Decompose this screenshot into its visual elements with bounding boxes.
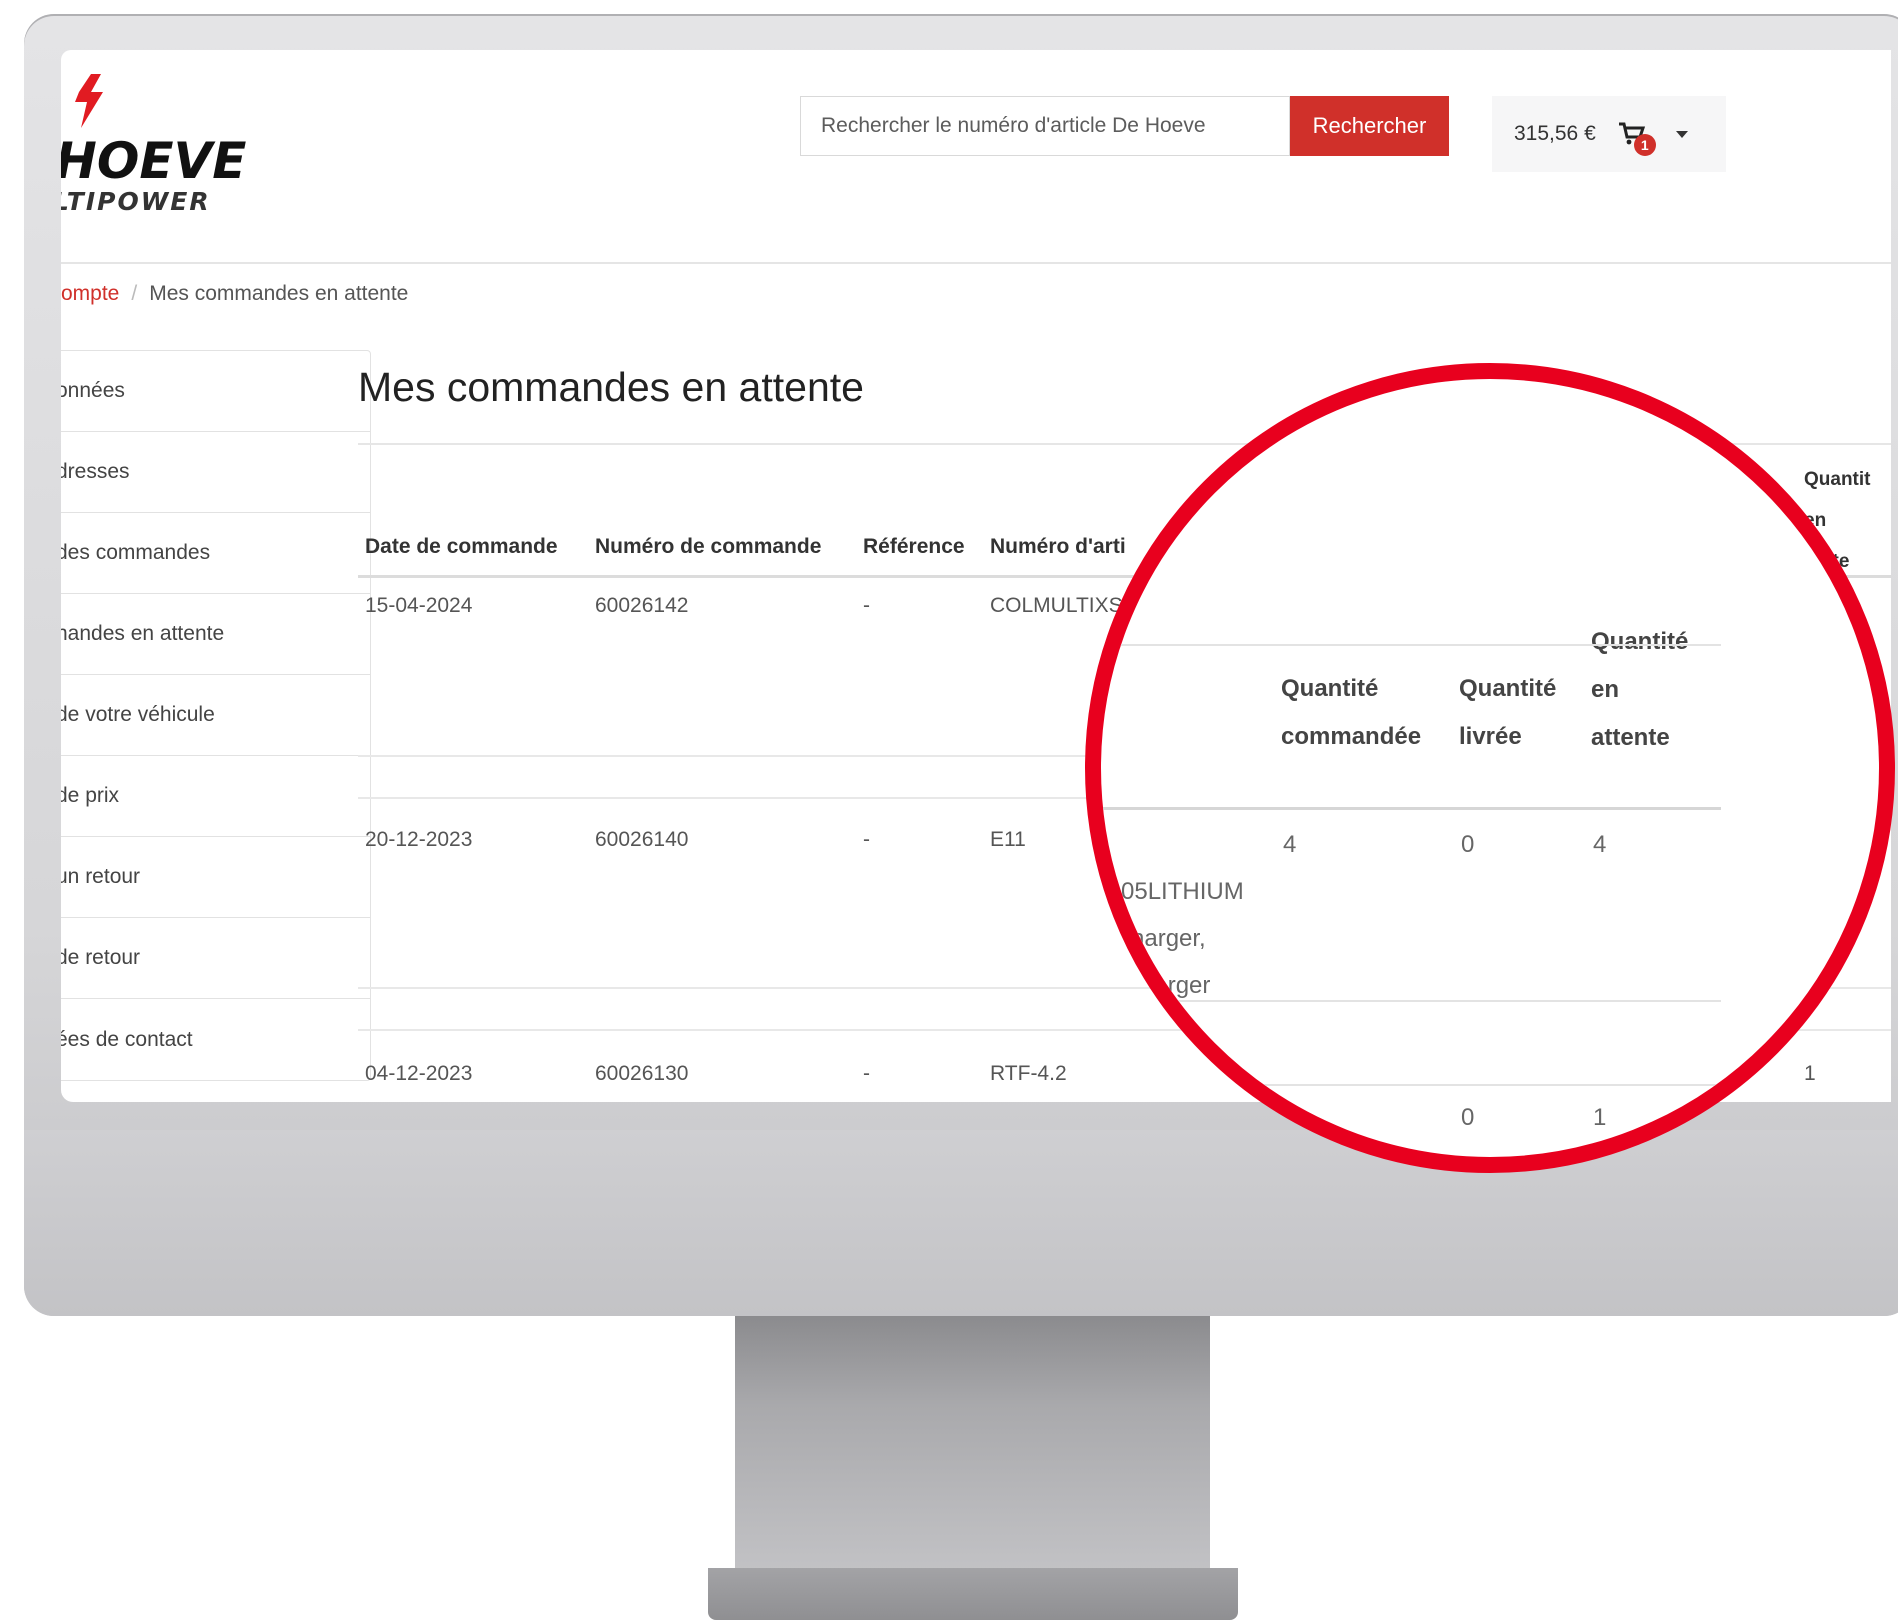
mag-header-ordered: Quantité commandée xyxy=(1281,665,1421,761)
mag-row1-pending: 4 xyxy=(1593,831,1607,858)
mag-header-line: livrée xyxy=(1459,723,1522,750)
mag-header-line: Quantité xyxy=(1459,675,1557,702)
row3-pending-edge: 1 xyxy=(1804,1062,1816,1085)
row2-date: 20-12-2023 xyxy=(365,828,473,851)
col-header-pending-edge-line: Quantit xyxy=(1804,469,1871,490)
sidebar-item-data[interactable]: onnées xyxy=(61,351,370,432)
sidebar-item-contact[interactable]: ées de contact xyxy=(61,999,370,1080)
row1-date: 15-04-2024 xyxy=(365,594,473,617)
col-header-reference: Référence xyxy=(863,535,965,558)
mag-header-line: attente xyxy=(1591,724,1670,751)
row2-order-number[interactable]: 60026140 xyxy=(595,828,688,852)
row3-order-number[interactable]: 60026130 xyxy=(595,1062,688,1086)
breadcrumb-current: Mes commandes en attente xyxy=(149,282,409,305)
row2-article[interactable]: E11 xyxy=(990,828,1026,852)
mag-description-line: 05LITHIUM xyxy=(1121,878,1244,905)
cart-total: 315,56 € xyxy=(1514,122,1596,145)
logo-wordmark: HOEVE xyxy=(61,132,246,190)
col-header-order-number: Numéro de commande xyxy=(595,535,822,558)
breadcrumb: ompte / Mes commandes en attente xyxy=(61,282,408,306)
sidebar-item-orders[interactable]: des commandes xyxy=(61,513,370,594)
breadcrumb-separator: / xyxy=(131,282,138,305)
cart-count-badge: 1 xyxy=(1633,134,1656,156)
magnifier-highlight: Quantité commandée Quantité livrée Quant… xyxy=(1085,363,1895,1173)
monitor-stand-foot xyxy=(708,1568,1238,1620)
search-input[interactable] xyxy=(801,97,1289,155)
mag-header-line: Quantité xyxy=(1591,628,1689,655)
breadcrumb-account-link[interactable]: ompte xyxy=(61,282,119,305)
mag-header-line: en xyxy=(1591,676,1620,703)
row1-article[interactable]: COLMULTIXS xyxy=(990,594,1123,618)
mag-row-divider xyxy=(1101,1084,1721,1086)
de-hoeve-logo[interactable]: HOEVE LTIPOWER xyxy=(61,62,301,262)
mag-header-pending: Quantité en attente xyxy=(1591,618,1688,762)
mag-description-line: harger xyxy=(1141,972,1211,999)
sidebar-item-pending-orders[interactable]: nandes en attente xyxy=(61,594,370,675)
mag-header-delivered: Quantité livrée xyxy=(1459,665,1556,761)
row1-reference: - xyxy=(863,594,870,617)
mag-description-line: harger, xyxy=(1131,925,1206,952)
mag-header-line: Quantité xyxy=(1281,675,1379,702)
mag-row3-pending: 1 xyxy=(1593,1104,1607,1131)
search-button[interactable]: Rechercher xyxy=(1290,96,1449,156)
mag-row1-delivered: 0 xyxy=(1461,831,1475,858)
lightning-icon: HOEVE LTIPOWER xyxy=(61,74,246,216)
mag-row-divider xyxy=(1101,1000,1721,1002)
sidebar-item-vehicle[interactable]: de votre véhicule xyxy=(61,675,370,756)
mag-row1-ordered: 4 xyxy=(1283,831,1297,858)
search-box xyxy=(800,96,1290,156)
shopping-cart-icon: 1 xyxy=(1618,120,1656,156)
col-header-article: Numéro d'arti xyxy=(990,535,1126,558)
sidebar-item-returns[interactable]: de retour xyxy=(61,918,370,999)
mag-header-line: commandée xyxy=(1281,723,1422,750)
sidebar-item-prices[interactable]: de prix xyxy=(61,756,370,837)
sidebar-item-return[interactable]: un retour xyxy=(61,837,370,918)
caret-down-icon xyxy=(1675,130,1688,138)
mag-row3-delivered: 0 xyxy=(1461,1104,1475,1131)
row2-reference: - xyxy=(863,828,870,851)
logo-subtitle: LTIPOWER xyxy=(61,187,211,216)
row3-reference: - xyxy=(863,1062,870,1085)
header-divider xyxy=(61,262,1891,264)
monitor-stand-neck xyxy=(735,1316,1210,1571)
mag-row-divider xyxy=(1101,644,1721,646)
row3-article[interactable]: RTF-4.2 xyxy=(990,1062,1067,1086)
col-header-date: Date de commande xyxy=(365,535,558,558)
monitor-chin xyxy=(24,1130,1898,1316)
row3-date: 04-12-2023 xyxy=(365,1062,473,1085)
cart-dropdown[interactable]: 315,56 € 1 xyxy=(1492,96,1726,172)
mag-header-divider xyxy=(1101,807,1721,810)
sidebar-item-addresses[interactable]: dresses xyxy=(61,432,370,513)
page-title: Mes commandes en attente xyxy=(358,364,864,410)
account-sidebar: onnées dresses des commandes nandes en a… xyxy=(61,350,371,1081)
row1-order-number[interactable]: 60026142 xyxy=(595,594,688,618)
